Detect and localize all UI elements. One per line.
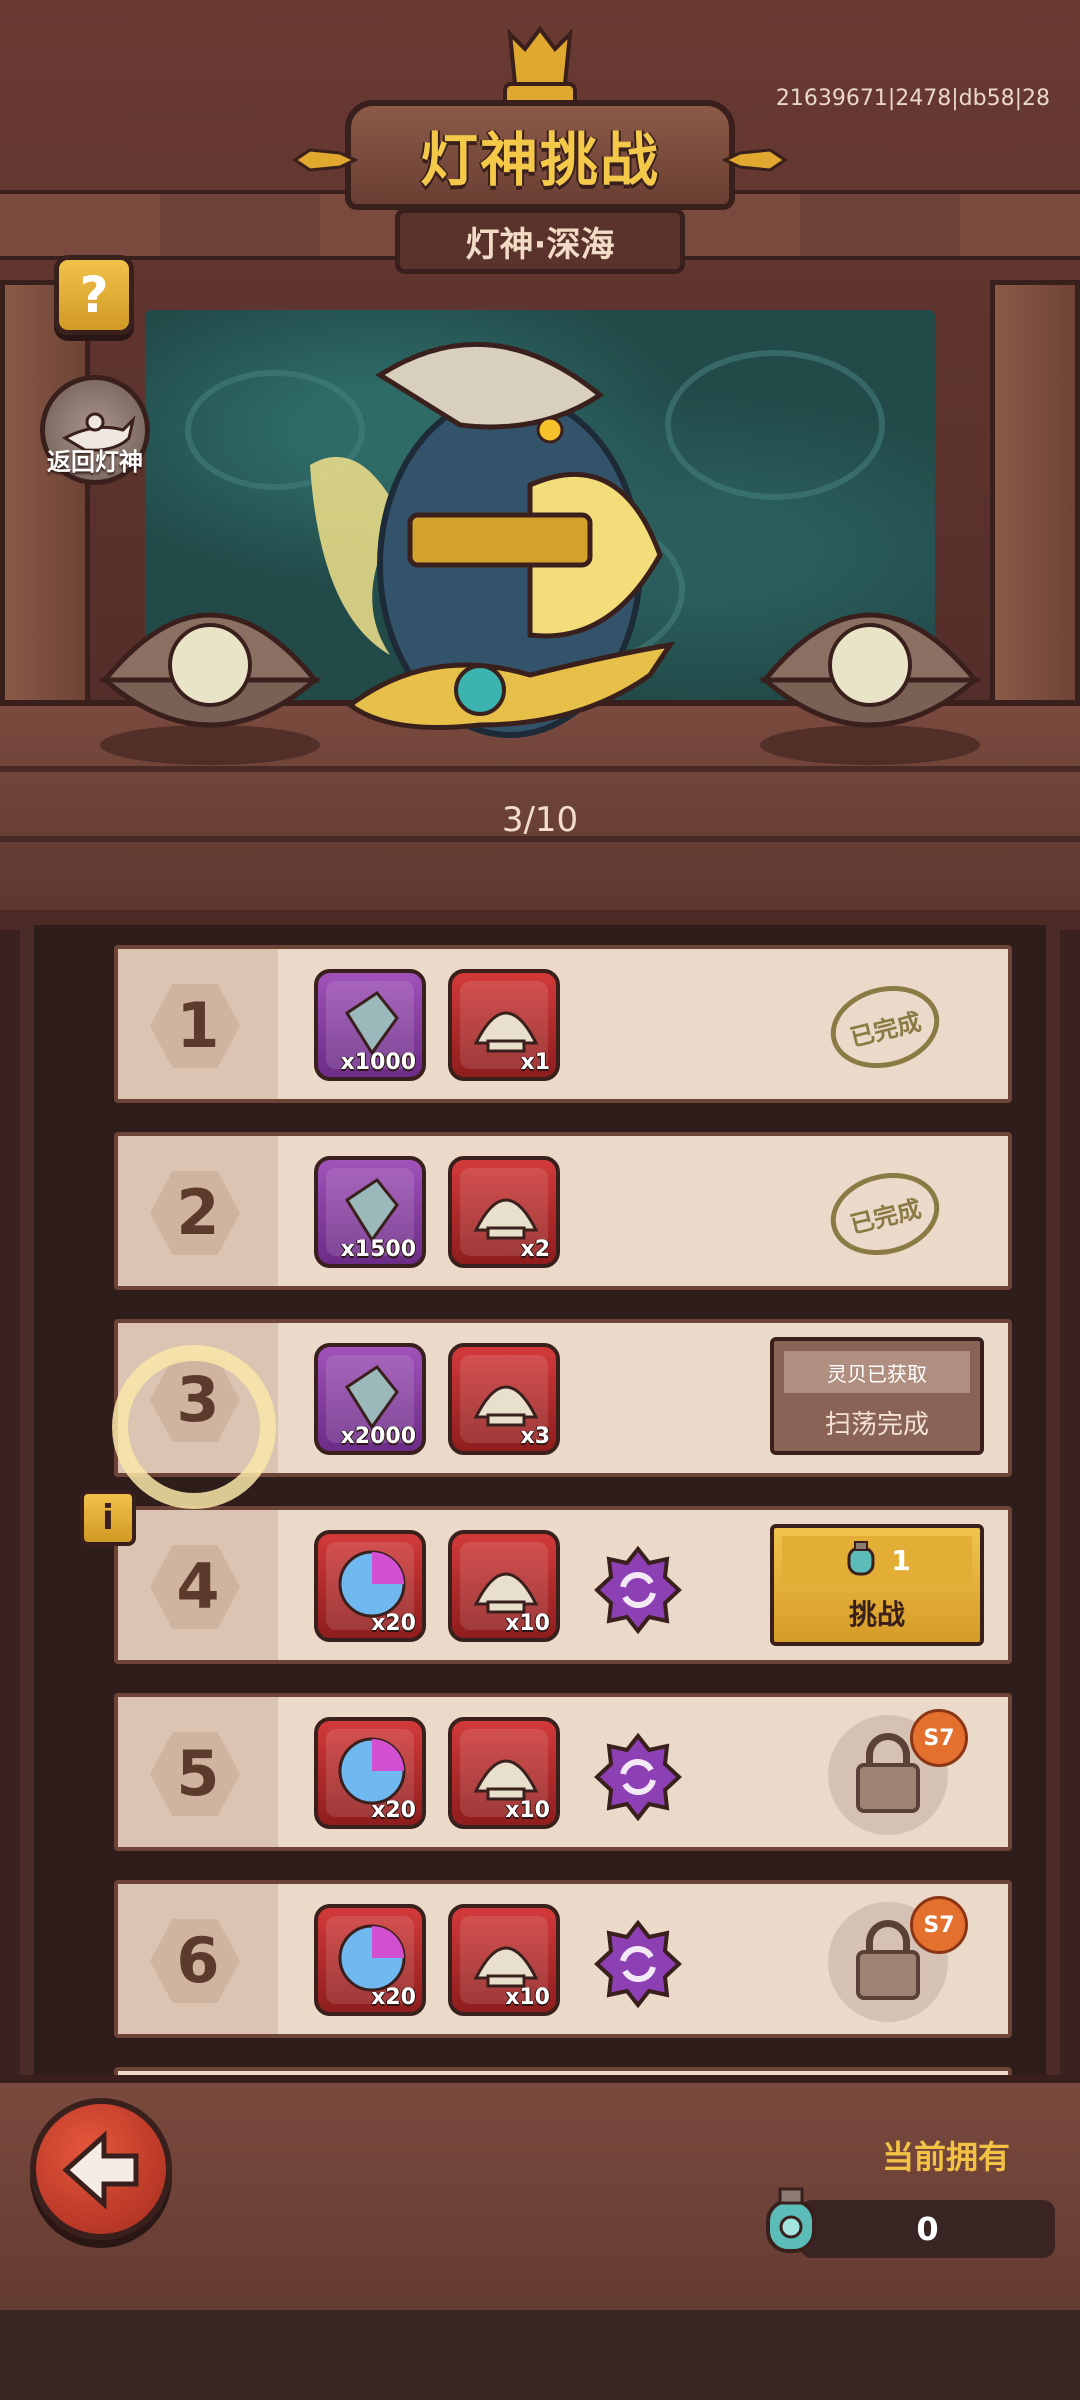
subtitle-plaque: 灯神·深海 — [395, 208, 685, 274]
unlock-requirement-badge: S7 — [910, 1709, 968, 1767]
title-plaque: 灯神挑战 — [345, 100, 735, 210]
reward-qty: x1 — [520, 1050, 551, 1075]
lantern-ticket-icon — [847, 1541, 875, 1576]
level-row: 4 x20 x10 1 挑战 — [114, 1506, 1012, 1664]
tap-indicator — [112, 1345, 276, 1509]
reward-shell[interactable]: x10 — [448, 1717, 560, 1829]
back-button[interactable] — [30, 2098, 172, 2240]
level-number: 6 — [176, 1924, 220, 1997]
level-list[interactable]: 1 x1000 x1 已完成 2 x1500 x2 已完成 3 x2000 x3… — [20, 925, 1060, 2090]
level-row: 2 x1500 x2 已完成 — [114, 1132, 1012, 1290]
locked-level-button[interactable]: S7 — [828, 1896, 968, 2022]
reward-crystal[interactable]: x2000 — [314, 1343, 426, 1455]
completed-stamp: 已完成 — [821, 974, 949, 1080]
reward-qty: x2000 — [340, 1424, 416, 1449]
right-pillar — [990, 280, 1080, 750]
reward-qty: x20 — [371, 1611, 416, 1636]
refresh-badge-icon[interactable] — [593, 1545, 683, 1635]
challenge-cost: 1 — [891, 1543, 911, 1577]
reward-qty: x3 — [520, 1424, 551, 1449]
info-button[interactable]: i — [80, 1490, 136, 1546]
fish-icon — [292, 148, 359, 172]
build-id: 21639671|2478|db58|28 — [775, 86, 1050, 111]
reward-orb[interactable]: x20 — [314, 1717, 426, 1829]
level-row: 6 x20 x10 S7 — [114, 1880, 1012, 2038]
reward-qty: x1000 — [340, 1050, 416, 1075]
reward-shell[interactable]: x1 — [448, 969, 560, 1081]
reward-orb[interactable]: x20 — [314, 1904, 426, 2016]
back-arrow-icon — [62, 2130, 139, 2210]
genie-crest-icon — [503, 25, 577, 108]
boss-genie-icon — [310, 341, 676, 738]
left-pillar — [0, 280, 90, 750]
reward-shell[interactable]: x10 — [448, 1530, 560, 1642]
reward-orb[interactable]: x20 — [314, 1530, 426, 1642]
reward-shell[interactable]: x10 — [448, 1904, 560, 2016]
level-number: 4 — [176, 1550, 220, 1623]
refresh-badge-icon[interactable] — [593, 1919, 683, 2009]
shell-obtained-label: 灵贝已获取 — [784, 1351, 970, 1393]
level-number: 1 — [176, 989, 220, 1062]
sweep-complete-button[interactable]: 灵贝已获取 扫荡完成 — [770, 1337, 984, 1455]
level-number: 2 — [176, 1176, 220, 1249]
reward-shell[interactable]: x3 — [448, 1343, 560, 1455]
sweep-complete-label: 扫荡完成 — [824, 1409, 929, 1440]
stage-progress: 3/10 — [501, 800, 579, 840]
level-number: 5 — [176, 1737, 220, 1810]
reward-crystal[interactable]: x1500 — [314, 1156, 426, 1268]
reward-qty: x10 — [505, 1798, 550, 1823]
reward-crystal[interactable]: x1000 — [314, 969, 426, 1081]
owned-label: 当前拥有 — [881, 2138, 1010, 2176]
challenge-label: 挑战 — [848, 1598, 905, 1631]
refresh-badge-icon[interactable] — [593, 1732, 683, 1822]
reward-qty: x2 — [520, 1237, 551, 1262]
reward-qty: x10 — [505, 1611, 550, 1636]
reward-qty: x20 — [371, 1985, 416, 2010]
reward-qty: x10 — [505, 1985, 550, 2010]
pearl-clam-icon — [758, 612, 982, 765]
lantern-ticket-icon — [766, 2187, 816, 2253]
reward-shell[interactable]: x2 — [448, 1156, 560, 1268]
owned-count: 0 — [800, 2200, 1055, 2258]
reward-qty: x1500 — [340, 1237, 416, 1262]
reward-qty: x20 — [371, 1798, 416, 1823]
level-row: 5 x20 x10 S7 — [114, 1693, 1012, 1851]
completed-stamp: 已完成 — [821, 1161, 949, 1267]
fish-icon — [721, 148, 788, 172]
return-genie-label: 返回灯神 — [47, 448, 143, 476]
locked-level-button[interactable]: S7 — [828, 1709, 968, 1835]
challenge-button[interactable]: 1 挑战 — [770, 1524, 984, 1646]
help-button[interactable]: ? — [54, 255, 134, 335]
level-row: 1 x1000 x1 已完成 — [114, 945, 1012, 1103]
unlock-requirement-badge: S7 — [910, 1896, 968, 1954]
page-title: 灯神挑战 — [419, 126, 660, 194]
page-subtitle: 灯神·深海 — [465, 224, 615, 265]
